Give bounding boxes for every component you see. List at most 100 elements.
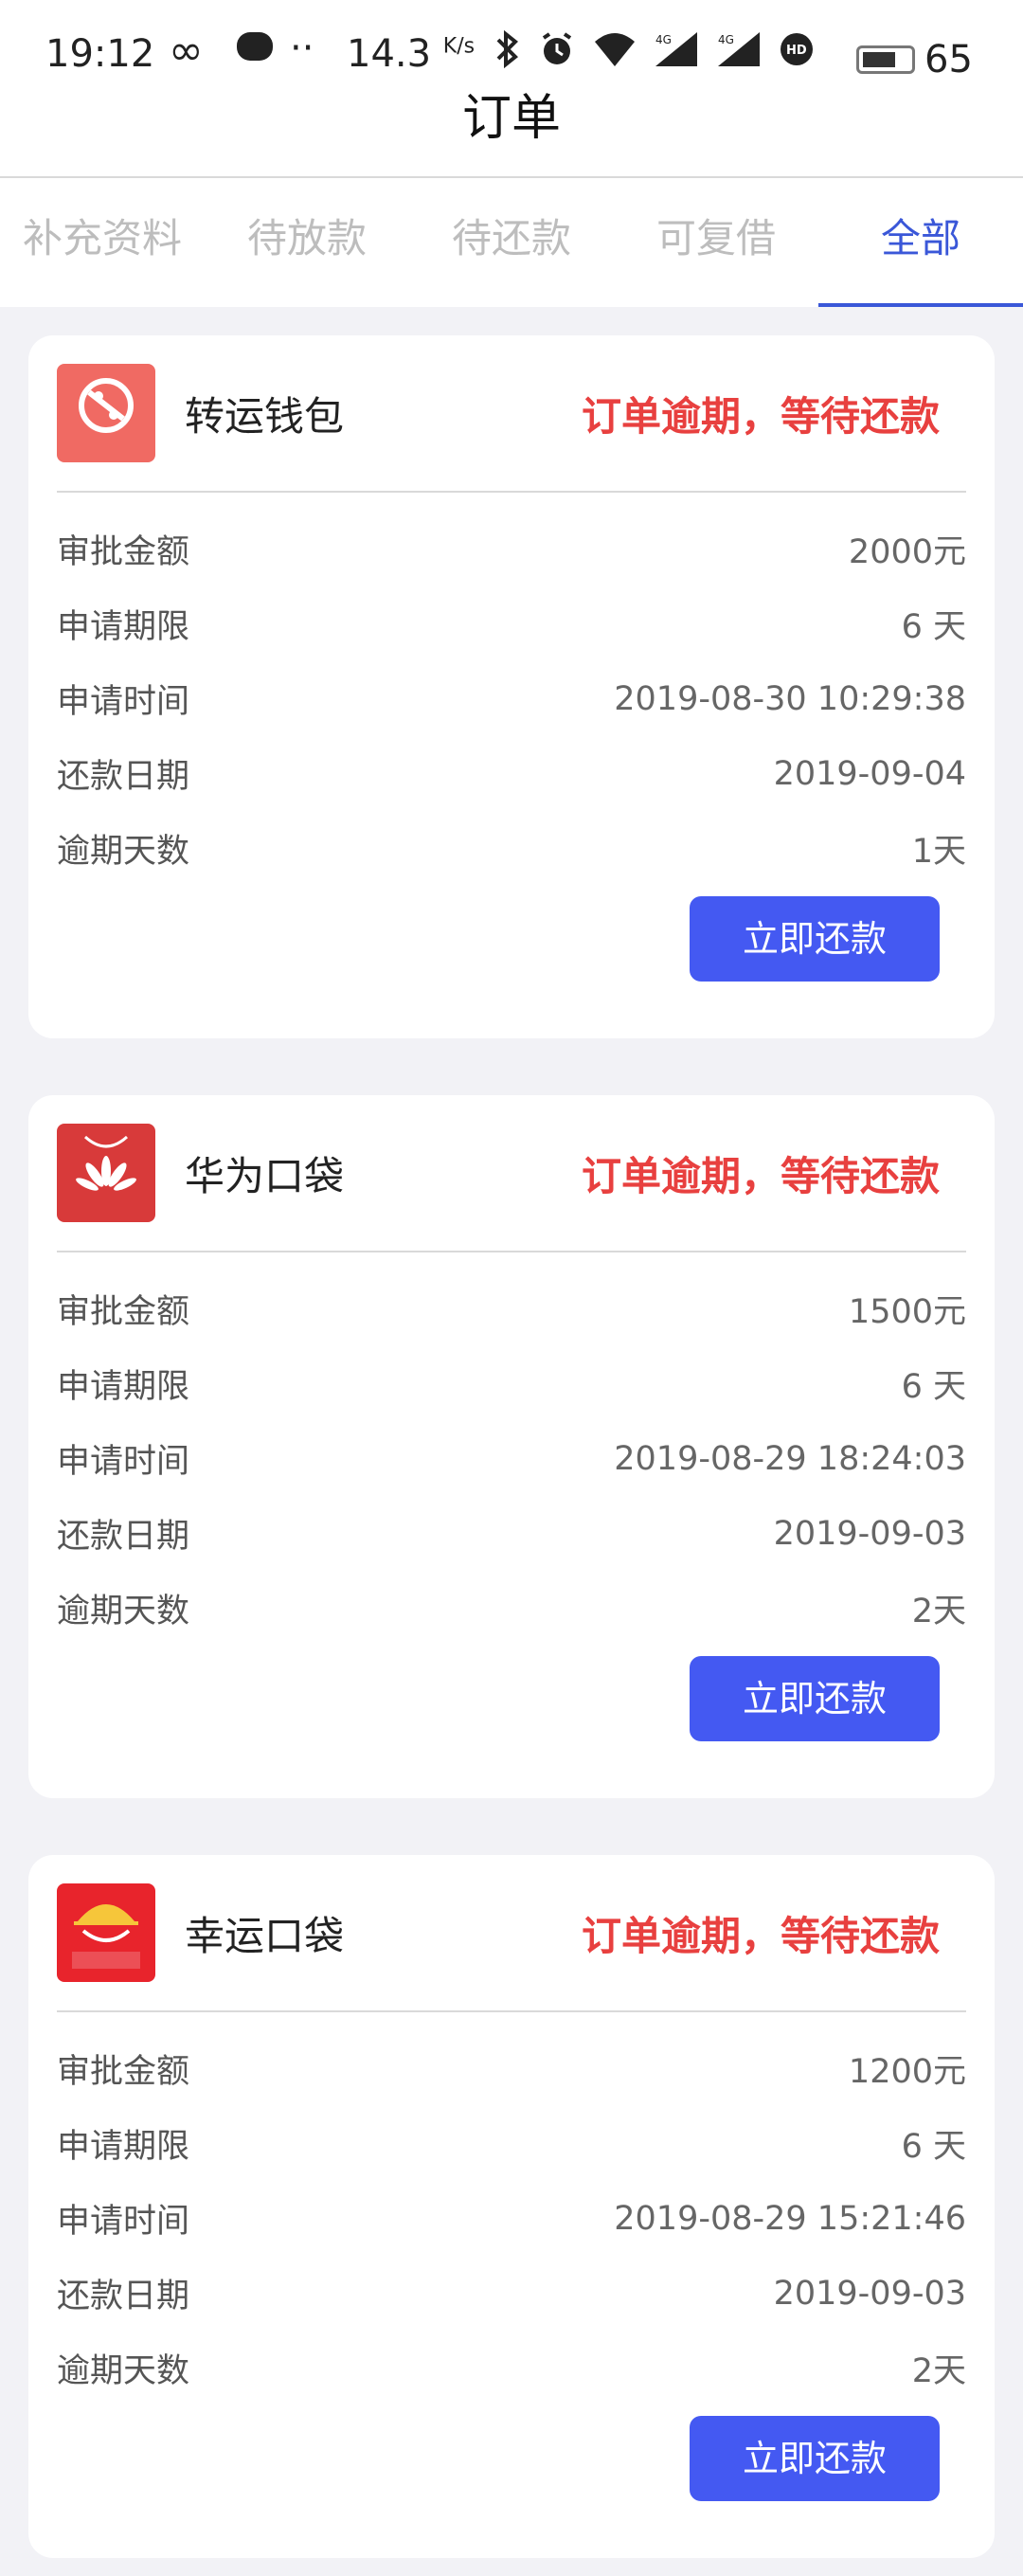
- detail-value: 1天: [911, 833, 966, 871]
- zhuanyun-logo-icon: [79, 378, 134, 433]
- divider: [57, 2010, 966, 2012]
- detail-value: 2019-08-29 15:21:46: [614, 2199, 966, 2238]
- tab-pending-repay[interactable]: 待还款: [409, 178, 614, 307]
- detail-label: 申请期限: [57, 1368, 190, 1406]
- detail-label: 审批金额: [57, 533, 190, 571]
- loop-icon: ∞: [169, 27, 204, 75]
- detail-label: 还款日期: [57, 758, 190, 796]
- detail-row-amount: 审批金额 1200元: [57, 2031, 966, 2106]
- tab-supplement-info[interactable]: 补充资料: [0, 178, 205, 307]
- detail-row-overdue-days: 逾期天数 2天: [57, 1571, 966, 1646]
- order-details: 审批金额 1500元 申请期限 6 天 申请时间 2019-08-29 18:24:0…: [57, 1271, 966, 1646]
- detail-label: 申请时间: [57, 683, 190, 721]
- detail-label: 审批金额: [57, 1293, 190, 1331]
- detail-label: 审批金额: [57, 2053, 190, 2091]
- detail-row-apply-time: 申请时间 2019-08-29 18:24:03: [57, 1421, 966, 1496]
- detail-label: 还款日期: [57, 2278, 190, 2315]
- app-logo: [57, 1883, 155, 1982]
- repay-now-button[interactable]: 立即还款: [690, 2416, 940, 2501]
- detail-label: 逾期天数: [57, 1593, 190, 1630]
- detail-row-term: 申请期限 6 天: [57, 1346, 966, 1421]
- order-card: 幸运口袋 订单逾期，等待还款 审批金额 1200元 申请期限 6 天 申请时间 201…: [28, 1855, 995, 2558]
- order-tabs: 补充资料 待放款 待还款 可复借 全部: [0, 176, 1023, 307]
- detail-value: 2019-08-29 18:24:03: [614, 1439, 966, 1478]
- bluetooth-icon: [496, 30, 518, 68]
- alarm-icon: [542, 32, 572, 64]
- page-title: 订单: [461, 90, 561, 147]
- tab-reborrow[interactable]: 可复借: [614, 178, 818, 307]
- detail-label: 申请时间: [57, 2203, 190, 2241]
- detail-label: 申请期限: [57, 608, 190, 646]
- detail-row-apply-time: 申请时间 2019-08-29 15:21:46: [57, 2181, 966, 2256]
- detail-value: 2天: [911, 1593, 966, 1630]
- detail-row-term: 申请期限 6 天: [57, 586, 966, 661]
- signal-4g-icon: 4G: [655, 32, 697, 66]
- app-logo: [57, 1124, 155, 1222]
- network-speed-value: 14.3: [347, 32, 432, 76]
- xingyun-logo-icon: [72, 1904, 140, 1969]
- detail-label: 申请期限: [57, 2128, 190, 2166]
- order-status: 订单逾期，等待还款: [581, 1153, 940, 1199]
- order-card: 华为口袋 订单逾期，等待还款 审批金额 1500元 申请期限 6 天 申请时间 201…: [28, 1095, 995, 1798]
- signal-4g-icon: 4G: [718, 32, 760, 66]
- hd-icon: HD: [781, 33, 813, 65]
- status-time: 19:12: [45, 32, 155, 76]
- detail-row-overdue-days: 逾期天数 1天: [57, 811, 966, 886]
- detail-value: 6 天: [901, 1368, 966, 1406]
- order-details: 审批金额 2000元 申请期限 6 天 申请时间 2019-08-30 10:29:3…: [57, 512, 966, 886]
- detail-row-overdue-days: 逾期天数 2天: [57, 2331, 966, 2405]
- detail-label: 申请时间: [57, 1443, 190, 1481]
- order-card-header: 转运钱包 订单逾期，等待还款: [28, 335, 995, 493]
- network-speed: 14.3 K/s: [347, 32, 475, 76]
- order-details: 审批金额 1200元 申请期限 6 天 申请时间 2019-08-29 15:21:4…: [57, 2031, 966, 2405]
- tab-pending-loan[interactable]: 待放款: [205, 178, 409, 307]
- order-card-header: 幸运口袋 订单逾期，等待还款: [28, 1855, 995, 2012]
- detail-value: 2019-09-03: [773, 2274, 966, 2313]
- battery-level: 65: [924, 38, 973, 81]
- product-name: 华为口袋: [185, 1153, 345, 1199]
- tab-all[interactable]: 全部: [818, 178, 1023, 307]
- detail-row-due-date: 还款日期 2019-09-03: [57, 2256, 966, 2331]
- battery-indicator: 65: [856, 38, 973, 81]
- detail-label: 逾期天数: [57, 2352, 190, 2390]
- detail-value: 1500元: [848, 1293, 966, 1331]
- detail-value: 1200元: [848, 2053, 966, 2091]
- network-speed-unit: K/s: [442, 34, 476, 59]
- product-name: 转运钱包: [185, 393, 345, 440]
- detail-value: 2019-09-04: [773, 754, 966, 793]
- huawei-logo-icon: [76, 1135, 136, 1191]
- detail-value: 6 天: [901, 608, 966, 646]
- detail-row-term: 申请期限 6 天: [57, 2106, 966, 2181]
- svg-text:HD: HD: [786, 44, 807, 58]
- order-status: 订单逾期，等待还款: [581, 1913, 940, 1959]
- product-name: 幸运口袋: [185, 1913, 345, 1959]
- more-dots-icon: ··: [290, 27, 314, 70]
- detail-row-apply-time: 申请时间 2019-08-30 10:29:38: [57, 661, 966, 736]
- detail-value: 2019-09-03: [773, 1514, 966, 1553]
- order-card: 转运钱包 订单逾期，等待还款 审批金额 2000元 申请期限 6 天 申请时间 201…: [28, 335, 995, 1038]
- svg-text:4G: 4G: [655, 33, 672, 46]
- order-status: 订单逾期，等待还款: [581, 393, 940, 440]
- detail-row-due-date: 还款日期 2019-09-04: [57, 736, 966, 811]
- repay-now-button[interactable]: 立即还款: [690, 896, 940, 982]
- top-bar: 19:12 ∞ ·· 14.3 K/s 4G 4G HD 65 订单: [0, 0, 1023, 176]
- detail-value: 2000元: [848, 533, 966, 571]
- message-icon: [237, 32, 273, 61]
- svg-text:4G: 4G: [718, 33, 734, 46]
- divider: [57, 1251, 966, 1252]
- detail-row-amount: 审批金额 1500元: [57, 1271, 966, 1346]
- status-icons: 4G 4G HD: [493, 30, 815, 68]
- order-card-header: 华为口袋 订单逾期，等待还款: [28, 1095, 995, 1252]
- wifi-icon: [595, 33, 635, 66]
- detail-label: 还款日期: [57, 1518, 190, 1556]
- detail-value: 2天: [911, 2352, 966, 2390]
- divider: [57, 491, 966, 493]
- detail-value: 6 天: [901, 2128, 966, 2166]
- detail-row-amount: 审批金额 2000元: [57, 512, 966, 586]
- detail-value: 2019-08-30 10:29:38: [614, 679, 966, 718]
- app-logo: [57, 364, 155, 462]
- battery-icon: [856, 45, 915, 74]
- detail-row-due-date: 还款日期 2019-09-03: [57, 1496, 966, 1571]
- repay-now-button[interactable]: 立即还款: [690, 1656, 940, 1741]
- detail-label: 逾期天数: [57, 833, 190, 871]
